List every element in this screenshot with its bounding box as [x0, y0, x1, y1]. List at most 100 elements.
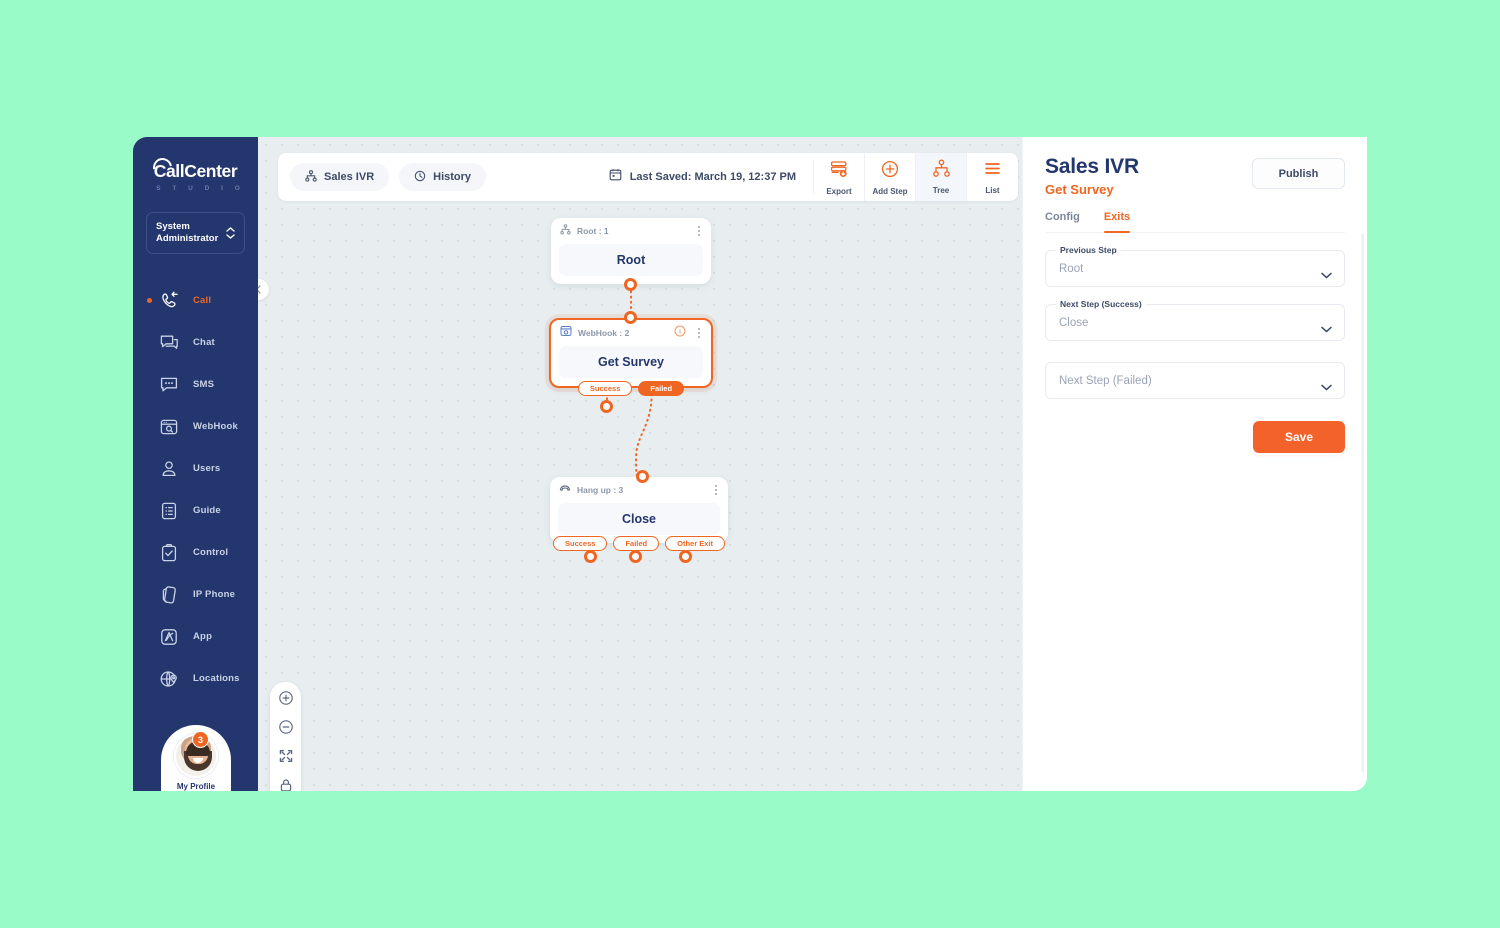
sidebar-item-app[interactable]: App [133, 616, 258, 658]
sidebar-nav: Call Chat SMS WebHook Users Guide Contro… [133, 280, 258, 700]
node-type-label: Root : 1 [577, 226, 609, 236]
sidebar-item-label: IP Phone [193, 589, 236, 600]
publish-button[interactable]: Publish [1252, 158, 1345, 189]
node-card[interactable]: WebHook : 2 Get Survey [549, 318, 713, 388]
app-logo[interactable]: CallCenter S T U D I O [133, 154, 258, 192]
incoming-call-icon [159, 291, 179, 311]
last-saved-value: March 19, 12:37 PM [694, 171, 797, 183]
chevron-down-icon [1321, 378, 1332, 396]
info-icon[interactable] [674, 324, 686, 342]
exit-pill-success[interactable]: Success [553, 536, 608, 551]
chip-sales-ivr[interactable]: Sales IVR [290, 163, 390, 191]
sidebar-item-sms[interactable]: SMS [133, 364, 258, 406]
next-step-success-select[interactable]: Next Step (Success) Close [1045, 299, 1345, 341]
chevron-down-icon [1321, 320, 1332, 338]
flow-node-root[interactable]: Root : 1 Root [551, 218, 711, 291]
sidebar-item-label: App [193, 631, 213, 642]
role-label: System Administrator [156, 220, 219, 244]
tool-label: Export [826, 186, 852, 196]
app-window: CallCenter S T U D I O System Administra… [133, 137, 1367, 791]
zoom-out-icon[interactable] [278, 719, 294, 735]
exit-pill-success[interactable]: Success [577, 381, 633, 396]
tool-label: List [985, 186, 1000, 195]
flow-node-close[interactable]: Hang up : 3 Close Success Failed Other E… [550, 470, 728, 563]
last-saved-prefix: Last Saved: [629, 171, 695, 183]
node-output-port[interactable] [624, 278, 637, 291]
hangup-phone-icon [559, 481, 571, 499]
panel-tabs: Config Exits [1045, 211, 1345, 233]
chip-label: Sales IVR [324, 171, 375, 183]
sidebar-item-call[interactable]: Call [133, 280, 258, 322]
panel-actions: Save [1045, 399, 1345, 453]
save-button[interactable]: Save [1253, 421, 1345, 453]
globe-pin-icon [159, 669, 179, 689]
node-body: Get Survey [559, 346, 703, 378]
node-input-port[interactable] [624, 311, 637, 324]
tab-exits[interactable]: Exits [1103, 211, 1131, 233]
exit-port-failed[interactable] [629, 550, 642, 563]
export-database-icon [829, 159, 849, 184]
last-saved-info: Last Saved: March 19, 12:37 PM [609, 160, 814, 194]
page-title: Sales IVR [1045, 155, 1139, 178]
sidebar-item-label: Users [193, 463, 221, 474]
sidebar: CallCenter S T U D I O System Administra… [133, 137, 258, 791]
role-switcher[interactable]: System Administrator [146, 211, 245, 254]
lock-icon[interactable] [278, 777, 294, 791]
sidebar-item-locations[interactable]: Locations [133, 658, 258, 700]
node-exits: Success Failed [549, 381, 713, 396]
app-icon [159, 627, 179, 647]
sidebar-item-control[interactable]: Control [133, 532, 258, 574]
chip-history[interactable]: History [399, 163, 487, 191]
node-input-port[interactable] [636, 470, 649, 483]
active-dot-icon [147, 298, 152, 303]
field-placeholder: Next Step (Failed) [1059, 374, 1152, 387]
field-label: Next Step (Success) [1056, 299, 1146, 309]
previous-step-select[interactable]: Previous Step Root [1045, 245, 1345, 287]
panel-scrollbar[interactable] [1361, 233, 1364, 773]
tree-view-button[interactable]: Tree [916, 153, 967, 201]
exit-port-success[interactable] [584, 550, 597, 563]
node-card[interactable]: Root : 1 Root [551, 218, 711, 284]
node-card[interactable]: Hang up : 3 Close [550, 477, 728, 543]
plus-circle-icon [880, 159, 900, 184]
sidebar-item-label: Chat [193, 337, 215, 348]
flow-canvas[interactable]: Sales IVR History Last Saved: March 19, … [258, 137, 1022, 791]
node-body: Root [559, 244, 703, 276]
sidebar-item-ip-phone[interactable]: IP Phone [133, 574, 258, 616]
sidebar-item-guide[interactable]: Guide [133, 490, 258, 532]
fit-screen-icon[interactable] [278, 748, 294, 764]
clock-history-icon [414, 170, 426, 185]
zoom-in-icon[interactable] [278, 690, 294, 706]
next-step-failed-select[interactable]: Next Step (Failed) [1045, 362, 1345, 399]
panel-form: Previous Step Root Next Step (Success) C… [1045, 245, 1345, 453]
logo-text: CallCenter [149, 154, 238, 181]
field-value: Close [1059, 316, 1089, 329]
sidebar-item-label: Call [193, 295, 212, 306]
exit-port-success[interactable] [600, 400, 613, 413]
node-menu-button[interactable] [713, 482, 719, 498]
tree-nodes-icon [560, 222, 571, 240]
sidebar-collapse-button[interactable] [258, 279, 269, 300]
node-menu-button[interactable] [696, 223, 702, 239]
exit-pill-failed[interactable]: Failed [638, 381, 685, 396]
sidebar-item-users[interactable]: Users [133, 448, 258, 490]
tab-config[interactable]: Config [1045, 211, 1080, 232]
field-value: Root [1059, 262, 1084, 275]
exit-port-other[interactable] [679, 550, 692, 563]
sidebar-item-label: Locations [193, 673, 240, 684]
exit-pill-other-exit[interactable]: Other Exit [665, 536, 725, 551]
notification-badge[interactable]: 3 [192, 731, 209, 748]
profile-card[interactable]: 3 My Profile [161, 725, 231, 791]
chip-label: History [433, 171, 472, 183]
tree-view-icon [932, 159, 951, 183]
properties-panel: Sales IVR Get Survey Publish Config Exit… [1022, 137, 1367, 791]
export-button[interactable]: Export [814, 153, 865, 201]
exit-pill-failed[interactable]: Failed [613, 536, 660, 551]
sidebar-item-webhook[interactable]: WebHook [133, 406, 258, 448]
panel-header: Sales IVR Get Survey Publish [1045, 137, 1345, 197]
add-step-button[interactable]: Add Step [865, 153, 916, 201]
list-view-button[interactable]: List [967, 153, 1018, 201]
node-menu-button[interactable] [696, 325, 702, 341]
sidebar-item-chat[interactable]: Chat [133, 322, 258, 364]
flow-node-get-survey[interactable]: WebHook : 2 Get Survey Success Failed [549, 311, 713, 413]
